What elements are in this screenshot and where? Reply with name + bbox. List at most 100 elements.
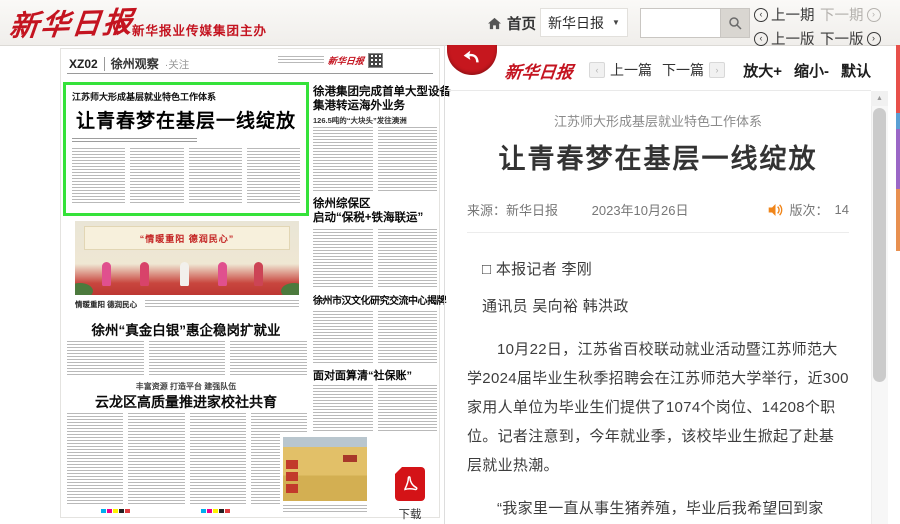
next-article-icon[interactable]: › <box>709 62 725 78</box>
zoom-reset-button[interactable]: 默认 <box>841 60 871 81</box>
home-icon <box>487 17 502 30</box>
edge-marker-red <box>896 45 900 113</box>
article-body: □ 本报记者 李刚 通讯员 吴向裕 韩洪政 10月22日，江苏省百校联动就业活动… <box>467 255 849 524</box>
section-tag: ·关注 <box>165 57 190 72</box>
photo-caption: 情暖重阳 德润民心 <box>75 299 137 310</box>
headline-port-line2: 集港转运海外业务 <box>313 99 437 113</box>
byline-reporter: □ 本报记者 李刚 <box>467 255 849 284</box>
scrollbar-up-button[interactable]: ▲ <box>871 91 888 106</box>
search-box <box>640 8 750 38</box>
scrollbar-thumb[interactable] <box>873 108 886 382</box>
headline-benefit[interactable]: 徐州“真金白银”惠企稳岗扩就业 <box>63 319 309 339</box>
photo-caption-row: 情暖重阳 德润民心 <box>75 299 299 310</box>
harvest-photo <box>283 437 367 501</box>
placeholder-columns <box>67 413 307 505</box>
dancer-figure <box>218 262 227 286</box>
harvester <box>286 484 298 493</box>
speaker-icon[interactable] <box>767 203 784 217</box>
edge-marker-blue <box>896 113 900 129</box>
harvester <box>286 460 298 469</box>
app: 新华日报 新华报业传媒集团主办 首页 新华日报 ▼ ‹ 上一期 <box>0 0 900 524</box>
brand-slogan: 新华报业传媒集团主办 <box>132 20 267 39</box>
placeholder-text <box>278 56 324 65</box>
headline-bonded-line1: 徐州综保区 <box>313 197 437 211</box>
newspaper-page: XZ02 徐州观察 ·关注 新华日报 江苏师大形成基层就业特色工作体系 让青春梦… <box>60 48 440 518</box>
next-issue-label: 下一期 <box>820 4 864 25</box>
placeholder-columns <box>313 127 437 191</box>
placeholder-columns <box>313 385 437 433</box>
headline-port-line1: 徐港集团完成首单大型设备 <box>313 85 437 99</box>
placeholder-text <box>283 505 367 512</box>
headline-bonded[interactable]: 徐州综保区 启动“保税+铁海联运” <box>313 197 437 225</box>
headline-shebao[interactable]: 面对面算清“社保账” <box>313 369 437 383</box>
paragraph: “我家里一直从事生猪养殖，毕业后我希望回到家乡，用专业所学回报家乡的养殖产业。”… <box>467 494 849 524</box>
download-label: 下载 <box>394 506 426 522</box>
prev-edition-label: 上一版 <box>771 28 815 49</box>
placeholder-columns <box>67 341 307 377</box>
page-meta: 新华日报 <box>278 53 383 68</box>
headline-yunlong[interactable]: 云龙区高质量推进家校社共育 <box>63 392 309 412</box>
divider <box>67 73 433 74</box>
pdf-icon <box>395 467 425 501</box>
next-issue-button[interactable]: 下一期 › <box>820 4 886 25</box>
dancer-figure <box>102 262 111 286</box>
prev-article-icon[interactable]: ‹ <box>589 62 605 78</box>
section-title: 徐州观察 <box>111 55 159 72</box>
search-input[interactable] <box>640 8 720 38</box>
placeholder-text <box>72 138 197 143</box>
headline-hanculture[interactable]: 徐州市汉文化研究交流中心揭牌 <box>313 295 437 309</box>
zoom-in-button[interactable]: 放大+ <box>743 60 782 81</box>
reader-masthead-logo: 新华日报 <box>504 58 575 83</box>
nav-home[interactable]: 首页 <box>487 13 536 34</box>
search-icon <box>728 16 742 30</box>
print-color-bar <box>201 509 230 513</box>
chevron-down-icon: ▼ <box>612 18 620 27</box>
circle-left-icon: ‹ <box>754 8 768 22</box>
placeholder-columns <box>313 311 437 365</box>
headline-bonded-line2: 启动“保税+铁海联运” <box>313 211 437 225</box>
next-edition-label: 下一版 <box>820 28 864 49</box>
edition-number[interactable]: 14 <box>835 202 849 217</box>
dancer-figure <box>140 262 149 286</box>
prev-issue-button[interactable]: ‹ 上一期 <box>754 4 820 25</box>
dancer-figure <box>180 262 189 286</box>
article-view: 江苏师大形成基层就业特色工作体系 让青春梦在基层一线绽放 来源：新华日报 202… <box>445 91 871 524</box>
placeholder-columns <box>72 148 300 204</box>
plant <box>75 283 93 295</box>
divider <box>467 232 849 233</box>
prev-article-button[interactable]: 上一篇 <box>610 60 652 80</box>
prev-issue-label: 上一期 <box>771 4 815 25</box>
subhead-port: 126.5吨的“大块头”发往澳洲 <box>313 115 437 126</box>
edge-marker-purple <box>896 129 900 189</box>
placeholder-columns <box>313 229 437 289</box>
article-source: 来源：新华日报 <box>467 203 558 218</box>
headline-port[interactable]: 徐港集团完成首单大型设备 集港转运海外业务 <box>313 85 437 113</box>
prev-edition-button[interactable]: ‹ 上一版 <box>754 28 820 49</box>
circle-right-icon: › <box>867 8 881 22</box>
dancers-photo: “情暖重阳 德润民心” <box>75 221 299 295</box>
paper-select-value: 新华日报 <box>548 13 604 33</box>
highlight-kicker: 江苏师大形成基层就业特色工作体系 <box>72 90 300 103</box>
harvester <box>286 472 298 481</box>
pdf-download[interactable]: 下载 <box>394 467 426 522</box>
placeholder-text <box>145 300 299 309</box>
next-article-button[interactable]: 下一篇 <box>662 60 704 80</box>
circle-left-icon: ‹ <box>754 32 768 46</box>
page-fold <box>395 467 402 474</box>
byline-correspondent: 通讯员 吴向裕 韩洪政 <box>467 292 849 321</box>
page-code: XZ02 <box>69 57 105 71</box>
reader-toolbar: 新华日报 ‹ 上一篇 下一篇 › 放大+ 缩小- 默认 <box>445 52 871 88</box>
zoom-out-button[interactable]: 缩小- <box>794 60 829 81</box>
search-button[interactable] <box>720 8 750 38</box>
issue-pager: ‹ 上一期 下一期 › ‹ 上一版 下一版 › <box>754 4 886 49</box>
highlight-headline: 让青春梦在基层一线绽放 <box>72 106 300 133</box>
article-highlight[interactable]: 江苏师大形成基层就业特色工作体系 让青春梦在基层一线绽放 <box>63 82 309 216</box>
harvester <box>343 455 357 462</box>
article-kicker: 江苏师大形成基层就业特色工作体系 <box>467 111 849 130</box>
qr-code-icon <box>368 53 383 68</box>
next-edition-button[interactable]: 下一版 › <box>820 28 886 49</box>
dancer-figure <box>254 262 263 286</box>
paper-select-dropdown[interactable]: 新华日报 ▼ <box>540 8 628 37</box>
article-date: 2023年10月26日 <box>592 203 689 218</box>
print-color-bar <box>101 509 130 513</box>
